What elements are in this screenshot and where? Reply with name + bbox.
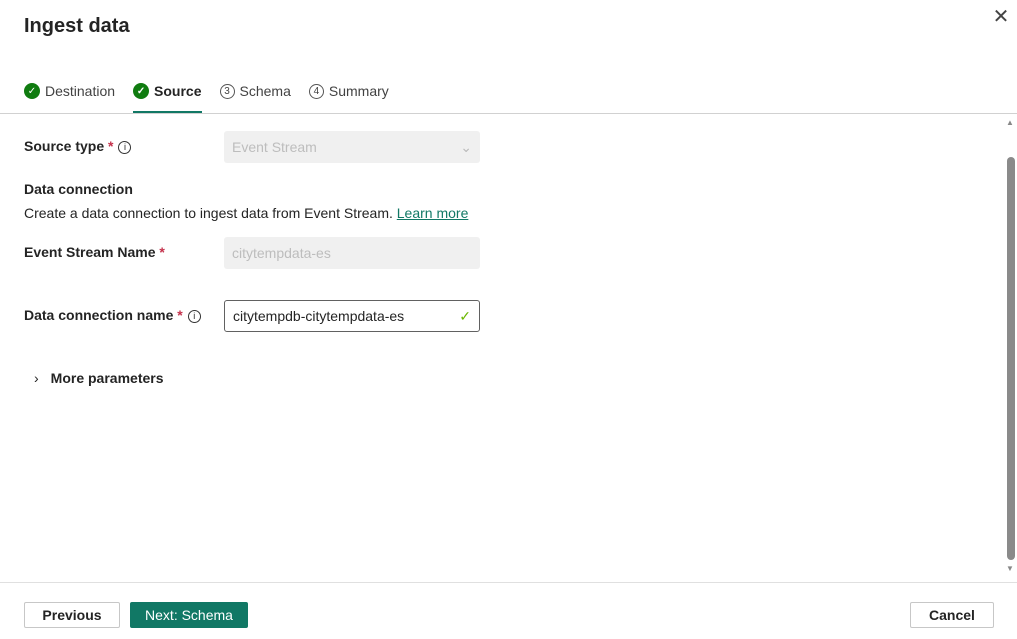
wizard-tabs: ✓ Destination ✓ Source 3 Schema 4 Summary — [24, 80, 389, 114]
label-text: Source type — [24, 138, 105, 154]
dialog-title: Ingest data — [24, 15, 130, 37]
tab-label: Schema — [239, 83, 291, 99]
tab-label: Summary — [328, 83, 389, 99]
chevron-right-icon: › — [34, 370, 39, 386]
event-stream-label: Event Stream Name * — [24, 244, 165, 260]
more-parameters-toggle[interactable]: › More parameters — [34, 370, 164, 386]
close-icon[interactable]: ✕ — [990, 4, 1012, 28]
checkmark-icon: ✓ — [459, 307, 471, 324]
cancel-button[interactable]: Cancel — [910, 602, 994, 628]
tabs-divider — [0, 113, 1017, 114]
footer-divider — [0, 582, 1017, 583]
connection-name-input[interactable]: citytempdb-citytempdata-es ✓ — [224, 300, 480, 332]
required-mark: * — [159, 244, 165, 260]
info-icon[interactable]: i — [187, 310, 201, 323]
step-number-icon: 3 — [219, 83, 235, 99]
data-connection-heading: Data connection — [24, 181, 133, 197]
tab-source[interactable]: ✓ Source — [133, 80, 202, 113]
data-connection-description: Create a data connection to ingest data … — [24, 205, 468, 221]
toggle-label: More parameters — [50, 370, 164, 386]
source-type-label: Source type * i — [24, 138, 132, 154]
label-text: Event Stream Name — [24, 244, 156, 260]
label-text: Data connection name — [24, 307, 174, 323]
learn-more-link[interactable]: Learn more — [397, 205, 469, 221]
chevron-down-icon: ⌄ — [460, 138, 472, 155]
check-circle-icon: ✓ — [133, 83, 150, 99]
next-schema-button[interactable]: Next: Schema — [130, 602, 248, 628]
tab-label: Source — [154, 83, 202, 99]
required-mark: * — [108, 138, 114, 154]
connection-name-label: Data connection name * i — [24, 307, 201, 323]
select-value: Event Stream — [232, 139, 317, 155]
tab-summary[interactable]: 4 Summary — [308, 80, 389, 102]
tab-label: Destination — [45, 83, 116, 99]
check-circle-icon: ✓ — [24, 83, 40, 99]
input-value: citytempdb-citytempdata-es — [233, 308, 405, 324]
description-text: Create a data connection to ingest data … — [24, 205, 393, 221]
info-icon[interactable]: i — [118, 141, 132, 154]
tab-destination[interactable]: ✓ Destination — [24, 80, 115, 102]
scroll-down-icon[interactable]: ▼ — [1006, 564, 1014, 573]
required-mark: * — [177, 307, 183, 323]
source-type-select[interactable]: Event Stream ⌄ — [224, 131, 480, 163]
scrollbar-thumb[interactable] — [1007, 157, 1015, 560]
step-number-icon: 4 — [308, 83, 324, 99]
tab-schema[interactable]: 3 Schema — [219, 80, 291, 102]
scroll-up-icon[interactable]: ▲ — [1006, 118, 1014, 127]
previous-button[interactable]: Previous — [24, 602, 120, 628]
event-stream-input[interactable]: citytempdata-es — [224, 237, 480, 269]
